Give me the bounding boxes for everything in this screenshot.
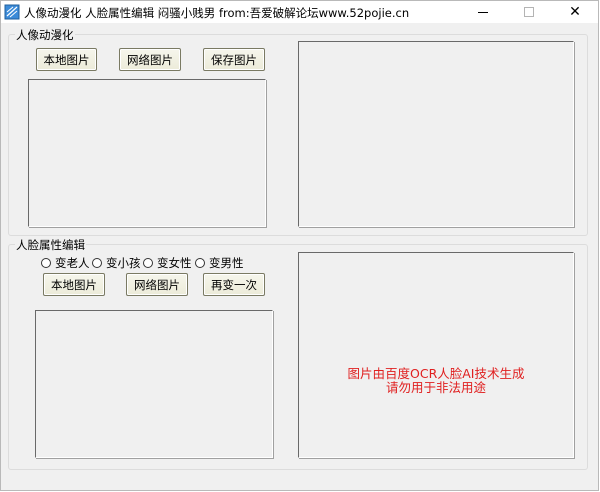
app-window: 人像动漫化 人脸属性编辑 闷骚小贱男 from:吾爱破解论坛www.52poji… — [0, 0, 599, 491]
face-local-image-button[interactable]: 本地图片 — [43, 273, 105, 296]
maximize-icon — [524, 7, 534, 17]
anime-network-image-button[interactable]: 网络图片 — [119, 48, 181, 71]
transform-again-button[interactable]: 再变一次 — [203, 273, 265, 296]
radio-child-circle[interactable] — [92, 258, 102, 268]
radio-female-circle[interactable] — [143, 258, 153, 268]
app-icon — [4, 4, 20, 20]
face-result-image-box — [298, 252, 574, 458]
anime-source-image-box — [28, 79, 266, 227]
anime-save-image-button[interactable]: 保存图片 — [203, 48, 265, 71]
radio-older[interactable]: 变老人 — [41, 255, 90, 271]
usage-notice: 图片由百度OCR人脸AI技术生成 请勿用于非法用途 — [299, 367, 573, 395]
face-source-image-box — [35, 310, 273, 458]
radio-female[interactable]: 变女性 — [143, 255, 192, 271]
radio-older-label: 变老人 — [55, 256, 90, 270]
close-button[interactable]: ✕ — [552, 1, 598, 23]
title-bar[interactable]: 人像动漫化 人脸属性编辑 闷骚小贱男 from:吾爱破解论坛www.52poji… — [1, 1, 598, 23]
window-title: 人像动漫化 人脸属性编辑 闷骚小贱男 from:吾爱破解论坛www.52poji… — [24, 6, 410, 20]
anime-local-image-button[interactable]: 本地图片 — [36, 48, 97, 71]
close-icon: ✕ — [569, 4, 581, 20]
radio-male-circle[interactable] — [195, 258, 205, 268]
radio-male[interactable]: 变男性 — [195, 255, 244, 271]
anime-result-image-box — [298, 41, 574, 227]
maximize-button[interactable] — [506, 1, 552, 23]
face-edit-group-legend: 人脸属性编辑 — [15, 237, 86, 253]
radio-child[interactable]: 变小孩 — [92, 255, 141, 271]
anime-group-legend: 人像动漫化 — [15, 27, 75, 43]
radio-female-label: 变女性 — [157, 256, 192, 270]
notice-line-1: 图片由百度OCR人脸AI技术生成 — [347, 366, 525, 381]
radio-male-label: 变男性 — [209, 256, 244, 270]
minimize-icon — [478, 11, 488, 13]
radio-child-label: 变小孩 — [106, 256, 141, 270]
face-network-image-button[interactable]: 网络图片 — [126, 273, 188, 296]
minimize-button[interactable] — [460, 1, 506, 23]
notice-line-2: 请勿用于非法用途 — [385, 380, 486, 395]
radio-older-circle[interactable] — [41, 258, 51, 268]
